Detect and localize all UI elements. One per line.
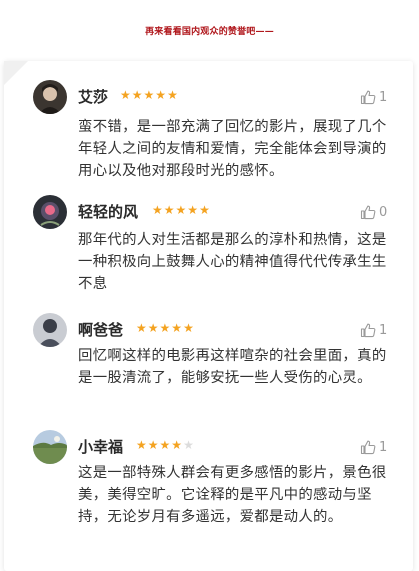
- review-text: 蛮不错，是一部充满了回忆的影片，展现了几个年轻人之间的友情和爱情，完全能体会到导…: [78, 119, 387, 179]
- star-filled-icon: ★: [136, 438, 148, 452]
- review-text: 那年代的人对生活都是那么的淳朴和热情，这是一种积极向上鼓舞人心的精神值得代代传承…: [78, 232, 387, 292]
- avatar[interactable]: [33, 430, 67, 464]
- star-filled-icon: ★: [152, 203, 164, 217]
- star-filled-icon: ★: [199, 203, 211, 217]
- username[interactable]: 啊爸爸: [78, 319, 123, 340]
- thumbs-up-icon: [360, 323, 376, 338]
- header-caption: 再来看看国内观众的赞誉吧——: [145, 27, 274, 37]
- like-count: 1: [379, 439, 388, 455]
- star-filled-icon: ★: [171, 438, 184, 452]
- star-rating: ★★★★★: [120, 88, 179, 102]
- thumbs-up-icon: [360, 440, 376, 455]
- review-text: 这是一部特殊人群会有更多感悟的影片，景色很美，美得空旷。它诠释的是平凡中的感动与…: [78, 465, 387, 525]
- avatar[interactable]: [33, 313, 67, 347]
- like-button[interactable]: 1: [360, 438, 387, 456]
- star-filled-icon: ★: [136, 321, 148, 335]
- star-filled-icon: ★: [187, 203, 200, 217]
- star-filled-icon: ★: [175, 203, 188, 217]
- star-rating: ★★★★★: [136, 321, 195, 335]
- star-filled-icon: ★: [183, 321, 195, 335]
- star-filled-icon: ★: [120, 88, 132, 102]
- star-filled-icon: ★: [171, 321, 184, 335]
- star-filled-icon: ★: [155, 88, 168, 102]
- review-text: 回忆啊这样的电影再这样喧杂的社会里面，真的是一股清流了，能够安抚一些人受伤的心灵…: [78, 348, 387, 386]
- star-rating: ★★★★★: [136, 438, 195, 452]
- card-corner-fold: [4, 61, 28, 85]
- like-button[interactable]: 1: [360, 88, 387, 106]
- username[interactable]: 艾莎: [78, 86, 108, 107]
- avatar[interactable]: [33, 195, 67, 229]
- star-filled-icon: ★: [163, 203, 176, 217]
- like-button[interactable]: 1: [360, 321, 387, 339]
- like-count: 1: [379, 89, 388, 105]
- thumbs-up-icon: [360, 205, 376, 220]
- star-filled-icon: ★: [147, 321, 160, 335]
- star-filled-icon: ★: [147, 438, 160, 452]
- username[interactable]: 小幸福: [78, 436, 123, 457]
- avatar[interactable]: [33, 80, 67, 114]
- thumbs-up-icon: [360, 90, 376, 105]
- like-button[interactable]: 0: [360, 203, 387, 221]
- like-count: 1: [379, 322, 388, 338]
- star-empty-icon: ★: [183, 438, 195, 452]
- star-filled-icon: ★: [159, 438, 172, 452]
- star-filled-icon: ★: [167, 88, 179, 102]
- star-filled-icon: ★: [159, 321, 172, 335]
- star-filled-icon: ★: [143, 88, 156, 102]
- star-filled-icon: ★: [131, 88, 144, 102]
- username[interactable]: 轻轻的风: [78, 201, 138, 222]
- like-count: 0: [379, 204, 388, 220]
- star-rating: ★★★★★: [152, 203, 211, 217]
